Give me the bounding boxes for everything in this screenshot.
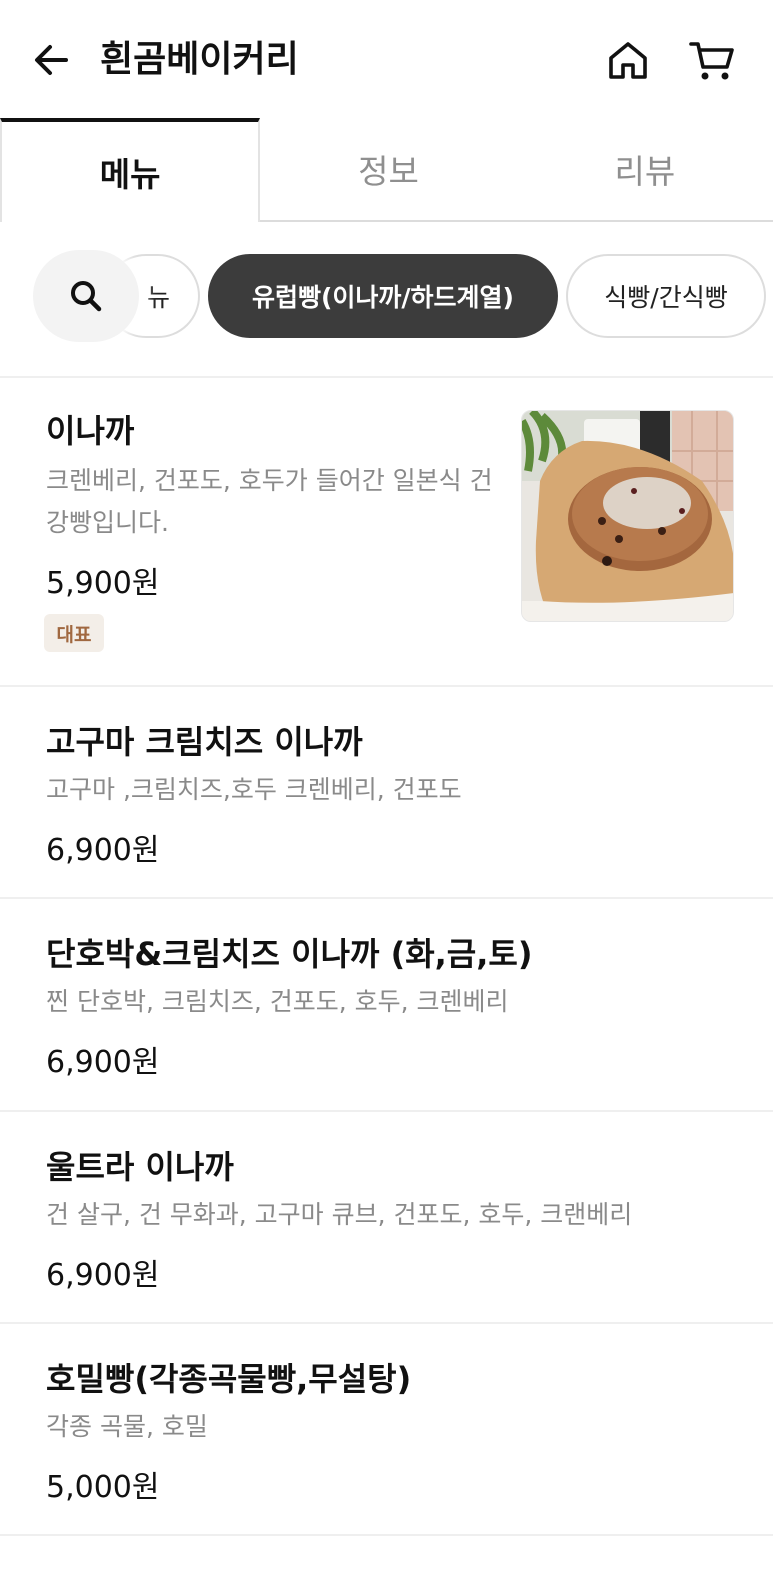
back-button[interactable] [28, 36, 76, 84]
menu-item-name: 고구마 크림치즈 이나까 [46, 723, 363, 761]
menu-search-button[interactable] [33, 250, 139, 342]
menu-item-desc: 찐 단호박, 크림치즈, 건포도, 호두, 크렌베리 [46, 987, 509, 1016]
arrow-left-icon [35, 45, 68, 75]
home-icon [609, 42, 647, 79]
menu-item-price: 5,000원 [46, 1470, 160, 1505]
menu-item-name: 호밀빵(각종곡물빵,무설탕) [46, 1360, 412, 1398]
menu-item[interactable]: 고구마 크림치즈 이나까 고구마 ,크림치즈,호두 크렌베리, 건포도 6,90… [0, 687, 773, 897]
menu-item[interactable]: 울트라 이나까 건 살구, 건 무화과, 고구마 큐브, 건포도, 호두, 크랜… [0, 1112, 773, 1322]
category-chip-bread-snack[interactable]: 식빵/간식빵 [566, 254, 766, 338]
top-bar: 흰곰베이커리 [0, 0, 773, 120]
category-chips: 뉴 유럽빵(이나까/하드계열) 식빵/간식빵 [0, 250, 773, 342]
menu-item-desc: 각종 곡물, 호밀 [46, 1412, 208, 1441]
menu-item[interactable]: 단호박&크림치즈 이나까 (화,금,토) 찐 단호박, 크림치즈, 건포도, 호… [0, 899, 773, 1109]
home-button[interactable] [602, 34, 654, 86]
menu-item-price: 6,900원 [46, 1045, 160, 1080]
menu-item-desc: 고구마 ,크림치즈,호두 크렌베리, 건포도 [46, 775, 462, 804]
menu-item-name: 단호박&크림치즈 이나까 (화,금,토) [46, 935, 533, 973]
menu-item-price: 6,900원 [46, 833, 160, 868]
section-tabs: 메뉴 정보 리뷰 [0, 118, 773, 222]
cart-icon [689, 42, 734, 80]
signature-badge: 대표 [44, 614, 104, 652]
menu-item-price: 5,900원 [46, 566, 160, 601]
page-title: 흰곰베이커리 [100, 39, 299, 80]
menu-item-price: 6,900원 [46, 1258, 160, 1293]
menu-item-photo [521, 410, 734, 622]
cart-button[interactable] [686, 34, 738, 86]
menu-item-desc: 크렌베리, 건포도, 호두가 들어간 일본식 건강빵입니다. [46, 466, 493, 537]
menu-item-name: 울트라 이나까 [46, 1148, 234, 1186]
menu-item[interactable]: 이나까 크렌베리, 건포도, 호두가 들어간 일본식 건강빵입니다. 5,900… [0, 378, 773, 686]
tab-reviews[interactable]: 리뷰 [516, 118, 773, 222]
search-icon [71, 281, 102, 312]
bread-photo-image [522, 411, 733, 621]
tab-info[interactable]: 정보 [260, 118, 517, 222]
menu-item-name: 이나까 [46, 412, 135, 450]
divider [0, 1534, 773, 1536]
tab-menu[interactable]: 메뉴 [0, 118, 261, 222]
menu-item[interactable]: 호밀빵(각종곡물빵,무설탕) 각종 곡물, 호밀 5,000원 [0, 1324, 773, 1534]
category-chip-european-bread[interactable]: 유럽빵(이나까/하드계열) [208, 254, 558, 338]
app-screen: 흰곰베이커리 메뉴 정보 리뷰 뉴 유럽빵(이나까/하드계열) 식빵/간식빵 이… [0, 0, 773, 1585]
menu-item-desc: 건 살구, 건 무화과, 고구마 큐브, 건포도, 호두, 크랜베리 [46, 1200, 633, 1229]
